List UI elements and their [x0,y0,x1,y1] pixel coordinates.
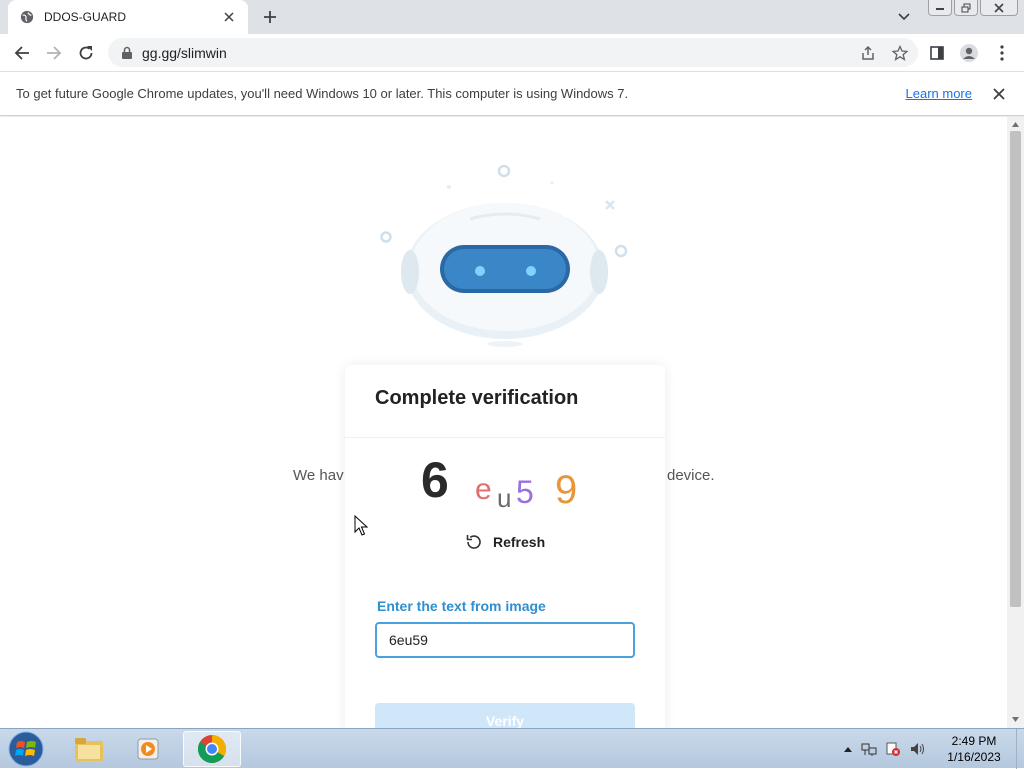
taskbar-chrome[interactable] [183,731,241,767]
media-player-icon [137,738,159,760]
tab-search-button[interactable] [894,8,914,26]
chevron-down-icon [898,13,910,21]
card-divider [345,437,665,438]
chrome-icon [198,735,226,763]
browser-toolbar: gg.gg/slimwin [0,34,1024,71]
side-panel-button[interactable] [923,39,951,67]
card-heading: Complete verification [375,387,579,409]
page-scrollbar[interactable] [1007,117,1024,728]
plus-icon [264,11,276,23]
svg-text:6: 6 [421,453,449,508]
minimize-button[interactable] [928,0,952,16]
action-center-icon[interactable] [885,741,901,757]
new-tab-button[interactable] [258,6,282,28]
page-viewport: We hav device. Complete verification 6eu… [0,117,1007,728]
infobar-message: To get future Google Chrome updates, you… [16,86,629,101]
learn-more-link[interactable]: Learn more [906,86,972,101]
taskbar-media-player[interactable] [120,731,178,767]
forward-button[interactable] [40,39,68,67]
volume-icon[interactable] [909,741,927,757]
svg-text:9: 9 [555,468,577,512]
lock-icon [122,46,132,59]
side-panel-icon [930,46,944,60]
minimize-icon [936,7,944,10]
taskbar-explorer[interactable] [60,731,118,767]
scrollbar-thumb[interactable] [1010,131,1021,607]
mouse-cursor-icon [354,515,368,536]
background-text-left: We hav [293,467,344,484]
verify-button[interactable]: Verify [375,703,635,728]
kebab-menu-icon [1000,45,1004,61]
refresh-icon [466,535,481,549]
close-icon [994,2,1004,13]
system-tray [843,729,927,769]
share-icon[interactable] [854,39,882,67]
globe-icon [20,10,34,24]
start-button[interactable] [6,730,46,768]
verification-card: Complete verification 6eu59 6 e u 5 9 Re… [345,365,665,728]
taskbar-clock[interactable]: 2:49 PM 1/16/2023 [935,733,1013,765]
clock-date: 1/16/2023 [947,750,1001,764]
background-text-right: device. [667,467,715,484]
restore-icon [961,3,971,12]
window-controls [928,0,1018,16]
arrow-left-icon [14,46,29,60]
arrow-right-icon [47,46,62,60]
tray-expand-icon[interactable] [843,745,853,753]
network-icon[interactable] [861,741,877,757]
robot-illustration [380,164,628,347]
windows-start-icon [8,731,44,767]
restore-button[interactable] [954,0,978,16]
clock-time: 2:49 PM [951,734,997,748]
captcha-input[interactable] [375,622,635,658]
svg-text:e: e [475,473,492,506]
tab-close-icon[interactable] [220,8,238,26]
address-bar[interactable]: gg.gg/slimwin [108,38,918,67]
svg-text:u: u [497,483,511,513]
infobar-close-icon[interactable] [990,85,1008,103]
close-window-button[interactable] [980,0,1018,16]
reload-button[interactable] [72,39,100,67]
url-text[interactable]: gg.gg/slimwin [142,45,854,61]
update-infobar: To get future Google Chrome updates, you… [0,71,1024,116]
profile-button[interactable] [955,39,983,67]
tab-title: DDOS-GUARD [44,10,127,24]
refresh-label: Refresh [493,534,546,550]
back-button[interactable] [8,39,36,67]
reload-icon [79,46,93,60]
show-desktop-button[interactable] [1016,729,1024,769]
refresh-button[interactable]: Refresh [465,533,545,551]
avatar-icon [960,44,978,62]
scroll-down-arrow-icon[interactable] [1011,715,1020,724]
svg-text:5: 5 [516,474,534,510]
tab-strip: DDOS-GUARD [0,0,1024,34]
menu-button[interactable] [988,39,1016,67]
captcha-field-label: Enter the text from image [377,598,546,614]
bookmark-star-icon[interactable] [886,39,914,67]
scroll-up-arrow-icon[interactable] [1011,120,1020,129]
captcha-image: 6eu59 6 e u 5 9 [421,453,577,513]
tab-ddos-guard[interactable]: DDOS-GUARD [8,0,248,34]
folder-icon [75,738,103,761]
windows-taskbar: 2:49 PM 1/16/2023 [0,728,1024,769]
